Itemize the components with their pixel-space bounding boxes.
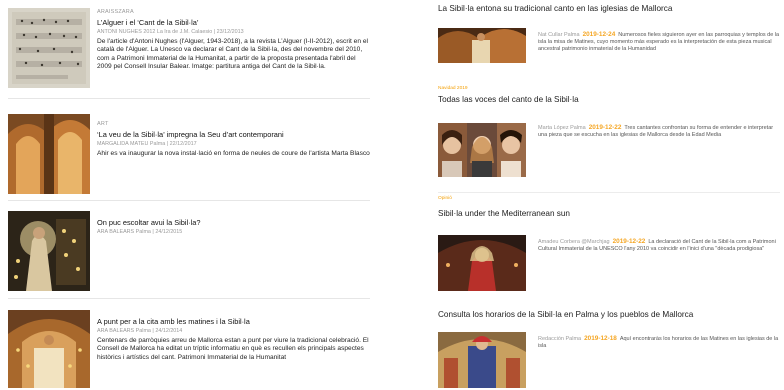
article-meta: ARA BALEARS Palma | 24/12/2015 [97,229,183,235]
article-thumbnail[interactable] [8,211,90,291]
article-summary: De l'article d'Antoni Nughes (l'Alguer, … [97,38,368,70]
article-title[interactable]: On puc escoltar avui la Sibil·la? [97,218,370,227]
article-thumbnail[interactable] [8,8,90,88]
article-tag[interactable]: Navidad 2019 [438,86,780,91]
article-thumbnail[interactable] [438,123,526,177]
article-summary: Centenars de parròquies arreu de Mallorc… [97,337,369,361]
article-summary: Ahir es va inaugurar la nova instal·laci… [97,150,370,157]
article-thumbnail[interactable] [438,28,526,63]
divider [438,192,780,193]
list-item[interactable]: Consulta los horarios de la Sibil·la en … [438,306,780,390]
article-author: Marta López Palma [538,125,586,131]
article-title[interactable]: ‘La veu de la Sibil·la’ impregna la Seu … [97,130,370,139]
list-item[interactable]: On puc escoltar avui la Sibil·la? ARA BA… [8,200,370,298]
article-date: 2019-12-24 [582,31,616,38]
list-item[interactable]: Navidad 2019 Todas las voces del canto d… [438,86,780,188]
article-author: Amadeu Corbera @Marchjag [538,239,610,245]
list-item[interactable]: Opinió Sibil·la under the Mediterranean … [438,196,780,296]
article-tag[interactable]: Opinió [438,196,780,201]
article-title[interactable]: L’Alguer i el ‘Cant de la Sibil·la’ [97,18,370,27]
article-title[interactable]: Sibil·la under the Mediterranean sun [438,209,780,219]
left-article-list: ARAISSZARA L’Alguer i el ‘Cant de la Sib… [8,0,370,390]
article-thumbnail[interactable] [8,310,90,388]
article-author: Nat Cullar Palma [538,32,580,38]
article-date: 2019-12-18 [584,335,617,342]
article-meta: MARGALIDA MATEU Palma | 22/12/2017 [97,141,197,147]
article-date: 2019-12-22 [588,124,622,131]
article-thumbnail[interactable] [8,114,90,194]
list-item[interactable]: La Sibil·la entona su tradicional canto … [438,4,780,84]
article-meta: ARA BALEARS Palma | 24/12/2014 [97,328,183,334]
list-item[interactable]: ART ‘La veu de la Sibil·la’ impregna la … [8,98,370,200]
article-date: 2019-12-22 [612,238,646,245]
list-item[interactable]: ARAISSZARA L’Alguer i el ‘Cant de la Sib… [8,0,370,98]
article-title[interactable]: Todas las voces del canto de la Sibil·la [438,95,780,105]
article-thumbnail[interactable] [438,332,526,388]
article-kicker: ARAISSZARA [97,9,134,15]
article-thumbnail[interactable] [438,235,526,291]
article-meta: ANTONI NUGHES 2012 La Ira de J.M. Calaes… [97,29,244,35]
article-title[interactable]: La Sibil·la entona su tradicional canto … [438,4,780,14]
article-title[interactable]: A punt per a la cita amb les matines i l… [97,317,370,326]
article-kicker: ART [97,121,109,127]
article-title[interactable]: Consulta los horarios de la Sibil·la en … [438,310,780,320]
list-item[interactable]: A punt per a la cita amb les matines i l… [8,298,370,390]
article-author: Redacción Palma [538,336,582,342]
